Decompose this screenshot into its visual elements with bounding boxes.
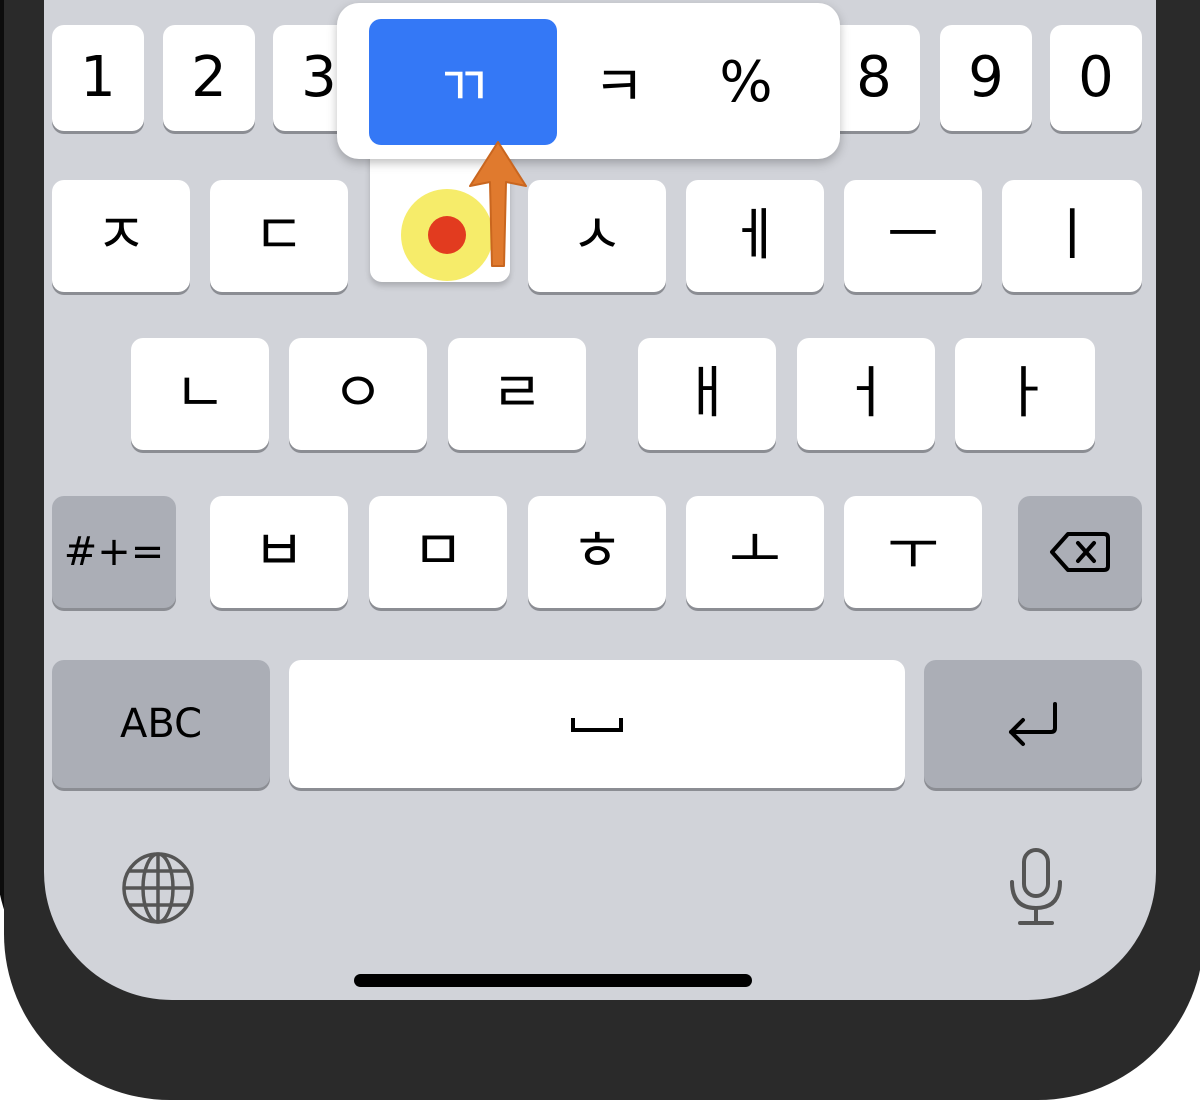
key-e[interactable]: ㅔ [686,180,824,292]
key-label: 0 [1078,45,1114,110]
key-eo[interactable]: ㅓ [797,338,935,450]
key-label: 1 [80,45,116,110]
popup-option-percent[interactable]: % [681,19,811,145]
key-label: 3 [301,45,337,110]
key-label: ㅜ [887,519,939,584]
key-0[interactable]: 0 [1050,25,1142,131]
key-label: ㅅ [571,203,623,268]
key-nieun[interactable]: ㄴ [131,338,269,450]
home-indicator[interactable] [354,974,752,987]
key-label: ㅣ [1046,203,1098,268]
key-hieut[interactable]: ㅎ [528,496,666,608]
return-icon [1009,702,1057,746]
key-2[interactable]: 2 [163,25,255,131]
key-label: ㄴ [174,361,226,426]
key-label: ㅐ [681,361,733,426]
symbols-key[interactable]: #+= [52,496,176,608]
key-label: ㅂ [253,519,305,584]
microphone-button[interactable] [996,842,1076,932]
popup-option-kieuk[interactable]: ㅋ [561,19,677,145]
swipe-up-arrow [469,141,527,267]
popup-option-label: ㄲ [437,54,489,120]
key-label: ㅎ [571,519,623,584]
space-icon [571,718,623,732]
globe-button[interactable] [118,848,198,928]
key-jieut[interactable]: ㅈ [52,180,190,292]
key-label: ㅗ [729,519,781,584]
long-press-popup: ㄲ ㅋ % [337,3,840,159]
key-1[interactable]: 1 [52,25,144,131]
key-siot[interactable]: ㅅ [528,180,666,292]
key-label: ㅏ [999,361,1051,426]
key-8[interactable]: 8 [828,25,920,131]
key-label: ㅇ [332,361,384,426]
key-eu[interactable]: ㅡ [844,180,982,292]
key-9[interactable]: 9 [940,25,1032,131]
key-i[interactable]: ㅣ [1002,180,1142,292]
key-label: 2 [191,45,227,110]
key-rieul[interactable]: ㄹ [448,338,586,450]
key-ae[interactable]: ㅐ [638,338,776,450]
return-key[interactable] [924,660,1142,788]
delete-key[interactable] [1018,496,1142,608]
key-mieum[interactable]: ㅁ [369,496,507,608]
key-label: ABC [119,701,203,747]
key-digeut[interactable]: ㄷ [210,180,348,292]
key-label: ㅡ [887,203,939,268]
key-label: ㅁ [412,519,464,584]
key-label: ㄷ [253,203,305,268]
key-u[interactable]: ㅜ [844,496,982,608]
key-label: ㅔ [729,203,781,268]
popup-option-ssanggiyeok[interactable]: ㄲ [369,19,557,145]
abc-key[interactable]: ABC [52,660,270,788]
touch-indicator-dot [428,216,466,254]
key-ieung[interactable]: ㅇ [289,338,427,450]
delete-backward-icon [1050,532,1110,572]
key-bieup[interactable]: ㅂ [210,496,348,608]
key-label: 9 [968,45,1004,110]
key-label: ㄹ [491,361,543,426]
key-label: #+= [63,529,165,575]
globe-icon [122,852,194,924]
key-label: 8 [856,45,892,110]
key-o[interactable]: ㅗ [686,496,824,608]
key-label: ㅈ [95,203,147,268]
popup-option-label: % [719,49,773,115]
popup-option-label: ㅋ [593,54,645,120]
key-label: ㅓ [840,361,892,426]
space-key[interactable] [289,660,905,788]
key-a[interactable]: ㅏ [955,338,1095,450]
microphone-icon [1010,848,1062,925]
